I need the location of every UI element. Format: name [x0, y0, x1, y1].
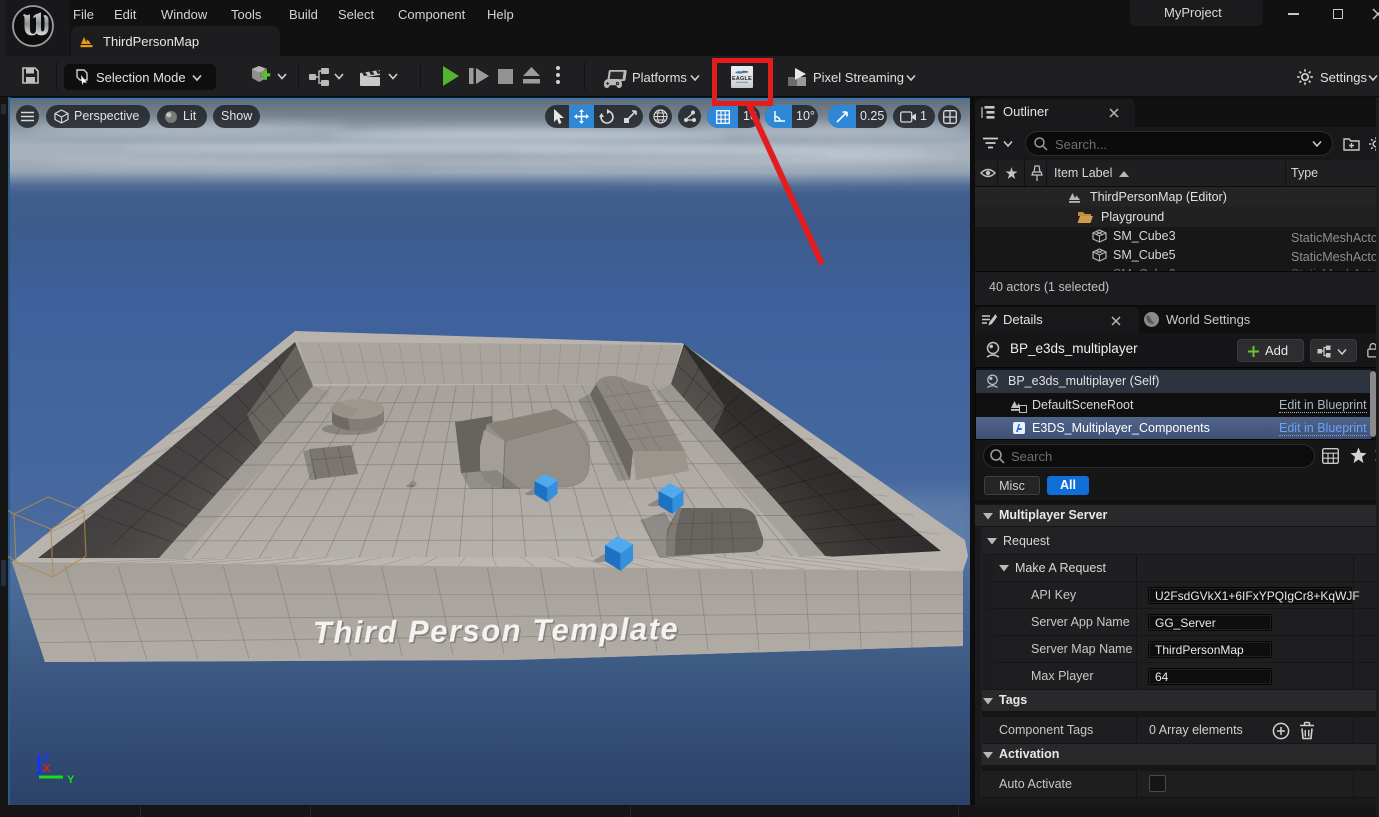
svg-text:Third Person Template: Third Person Template — [313, 611, 680, 650]
svg-text:X: X — [43, 763, 51, 775]
svg-text:Y: Y — [67, 774, 75, 786]
